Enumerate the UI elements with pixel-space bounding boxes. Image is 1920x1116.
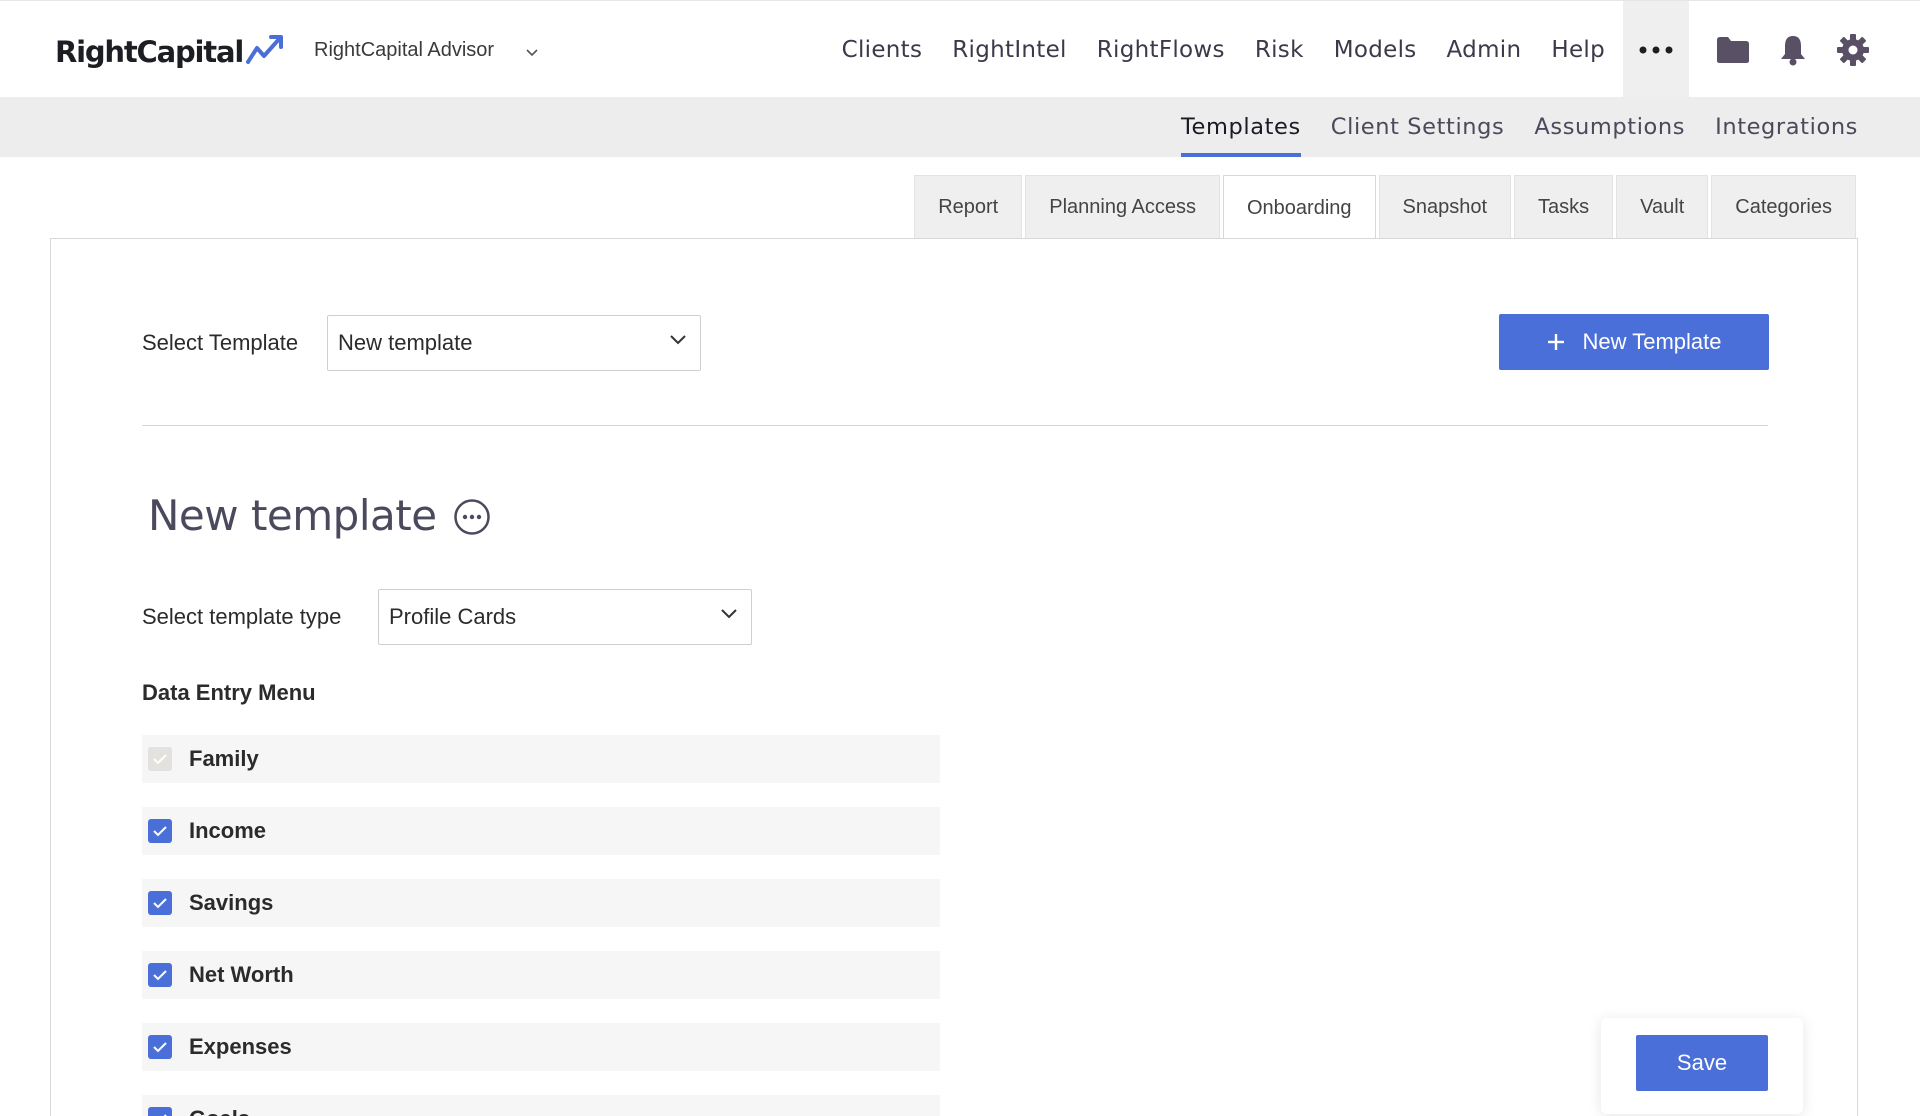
chevron-down-icon: [526, 48, 538, 56]
menu-item-label: Savings: [189, 890, 274, 915]
subnav-assumptions[interactable]: Assumptions: [1534, 97, 1685, 157]
advisor-dropdown[interactable]: RightCapital Advisor: [314, 39, 538, 62]
check-icon: [153, 754, 167, 765]
more-horizontal-icon[interactable]: [1623, 1, 1689, 98]
tab-onboarding[interactable]: Onboarding: [1223, 175, 1376, 240]
menu-item-family: Family: [142, 735, 940, 783]
logo[interactable]: RightCapital: [55, 35, 286, 69]
check-icon: [153, 970, 167, 981]
checkbox[interactable]: [148, 819, 172, 843]
subnav-templates[interactable]: Templates: [1181, 97, 1301, 157]
chevron-down-icon: [670, 335, 686, 345]
nav-help[interactable]: Help: [1551, 37, 1605, 63]
nav-admin[interactable]: Admin: [1447, 37, 1522, 63]
checkbox[interactable]: [148, 891, 172, 915]
template-tabs: Report Planning Access Onboarding Snapsh…: [911, 175, 1856, 240]
save-button-label: Save: [1676, 1050, 1728, 1075]
new-template-label: New Template: [1582, 329, 1722, 354]
template-title-text: New template: [148, 491, 437, 540]
nav-rightintel[interactable]: RightIntel: [952, 37, 1067, 63]
tab-vault[interactable]: Vault: [1616, 175, 1709, 239]
tab-snapshot[interactable]: Snapshot: [1378, 175, 1512, 239]
menu-item-savings[interactable]: Savings: [142, 879, 940, 927]
plus-icon: [1547, 334, 1564, 350]
onboarding-panel: Select Template New template New Templat…: [50, 238, 1858, 1116]
save-button[interactable]: Save: [1636, 1035, 1768, 1091]
menu-item-label: Expenses: [189, 1034, 292, 1059]
menu-item-label: Income: [189, 818, 267, 843]
chevron-down-icon: [721, 609, 737, 619]
checkbox[interactable]: [148, 1107, 172, 1116]
menu-item-expenses[interactable]: Expenses: [142, 1023, 940, 1071]
menu-item-label: Goals: [189, 1106, 250, 1116]
template-type-value: Profile Cards: [389, 604, 517, 629]
checkbox-disabled: [148, 747, 172, 771]
logo-trend-icon: [246, 35, 284, 64]
top-header: RightCapital RightCapital Advisor Client…: [0, 0, 1920, 98]
nav-risk[interactable]: Risk: [1255, 37, 1304, 63]
check-icon: [153, 1042, 167, 1053]
checkbox[interactable]: [148, 963, 172, 987]
data-entry-menu-list: Family Income Savings Net Worth Expenses: [142, 735, 940, 1116]
bell-icon[interactable]: [1763, 1, 1823, 98]
more-options-icon[interactable]: [453, 498, 491, 536]
template-select[interactable]: New template: [327, 315, 701, 371]
tab-tasks[interactable]: Tasks: [1514, 175, 1614, 239]
tab-categories[interactable]: Categories: [1711, 175, 1856, 239]
data-entry-menu-label: Data Entry Menu: [142, 680, 316, 705]
template-type-select[interactable]: Profile Cards: [378, 589, 752, 645]
section-divider: [142, 425, 1768, 426]
menu-item-net-worth[interactable]: Net Worth: [142, 951, 940, 999]
logo-text: RightCapital: [55, 35, 244, 69]
save-bar: Save: [1601, 1018, 1803, 1114]
menu-item-label: Net Worth: [189, 962, 294, 987]
gear-icon[interactable]: [1823, 1, 1883, 98]
settings-subnav: Templates Client Settings Assumptions In…: [0, 97, 1920, 157]
subnav-integrations[interactable]: Integrations: [1715, 97, 1858, 157]
subnav-client-settings[interactable]: Client Settings: [1331, 97, 1505, 157]
template-title: New template: [148, 491, 491, 540]
check-icon: [153, 826, 167, 837]
main-nav: Clients RightIntel RightFlows Risk Model…: [842, 1, 1920, 98]
folder-icon[interactable]: [1703, 1, 1763, 98]
nav-clients[interactable]: Clients: [842, 37, 923, 63]
template-type-label: Select template type: [142, 604, 342, 629]
menu-item-income[interactable]: Income: [142, 807, 940, 855]
tab-planning-access[interactable]: Planning Access: [1025, 175, 1220, 239]
nav-models[interactable]: Models: [1334, 37, 1417, 63]
select-template-label: Select Template: [142, 330, 299, 355]
tab-report[interactable]: Report: [914, 175, 1023, 239]
advisor-name: RightCapital Advisor: [314, 39, 495, 61]
nav-rightflows[interactable]: RightFlows: [1097, 37, 1225, 63]
menu-item-label: Family: [189, 746, 259, 771]
check-icon: [153, 898, 167, 909]
template-select-value: New template: [338, 330, 473, 355]
checkbox[interactable]: [148, 1035, 172, 1059]
new-template-button[interactable]: New Template: [1499, 314, 1769, 370]
menu-item-goals[interactable]: Goals: [142, 1095, 940, 1116]
